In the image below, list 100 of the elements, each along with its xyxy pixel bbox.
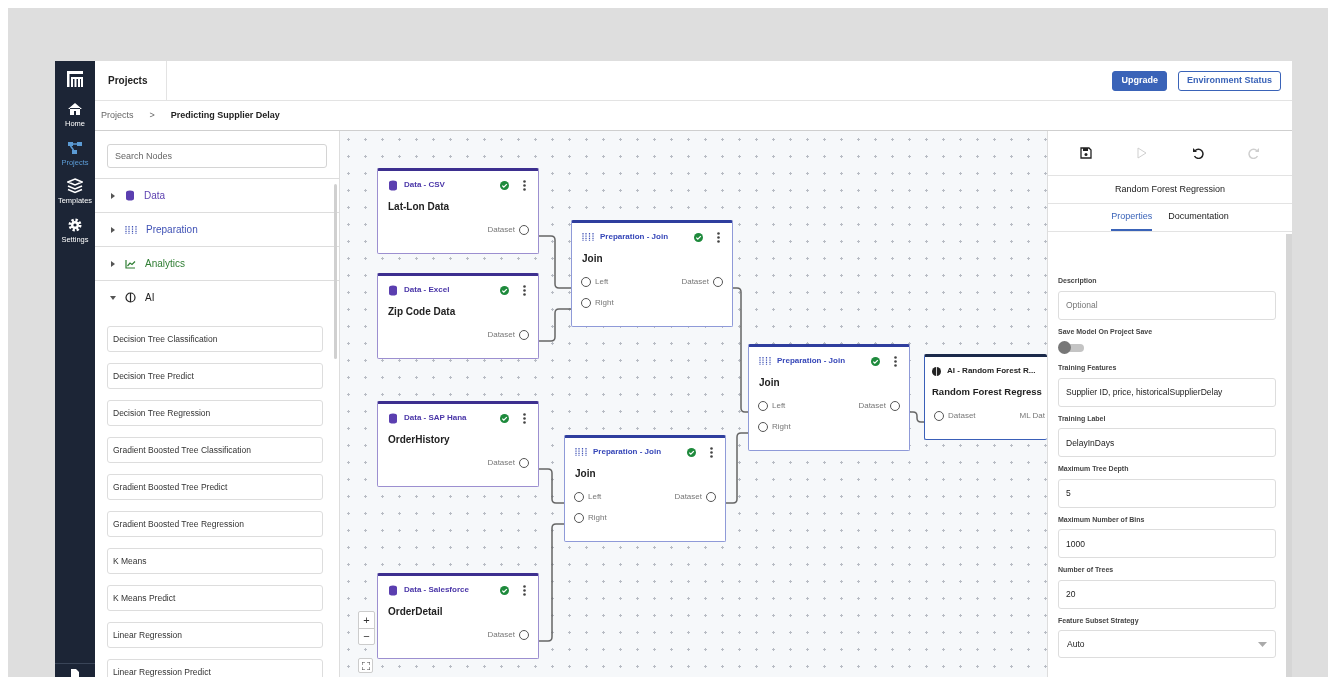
output-port[interactable] bbox=[519, 457, 529, 468]
node-title: Zip Code Data bbox=[387, 305, 457, 319]
input-port[interactable] bbox=[758, 421, 768, 432]
node-category: Data - SAP Hana bbox=[404, 412, 467, 424]
undo-icon bbox=[1192, 147, 1204, 159]
input-port[interactable] bbox=[758, 400, 768, 411]
logo-icon bbox=[66, 70, 84, 88]
zoom-in-button[interactable]: + bbox=[359, 612, 374, 628]
flow-node[interactable]: Data - Salesforce OrderDetail Dataset bbox=[377, 573, 539, 659]
expand-caret-icon[interactable] bbox=[110, 260, 116, 267]
scrollbar[interactable] bbox=[1286, 234, 1292, 677]
output-port[interactable] bbox=[890, 400, 900, 411]
node-category: Preparation - Join bbox=[593, 446, 661, 458]
more-icon[interactable] bbox=[523, 584, 526, 596]
search-field[interactable]: Search Nodes bbox=[107, 144, 327, 168]
port-label: Dataset bbox=[487, 223, 515, 236]
input-port[interactable] bbox=[934, 410, 944, 421]
scrollbar[interactable] bbox=[334, 184, 337, 359]
text-field[interactable]: Supplier ID, price, historicalSupplierDelay bbox=[1058, 377, 1276, 407]
input-port[interactable] bbox=[581, 276, 591, 287]
columns-icon bbox=[759, 356, 771, 366]
upgrade-button[interactable]: Upgrade bbox=[1112, 70, 1167, 91]
node-category: Preparation - Join bbox=[600, 231, 668, 243]
database-icon bbox=[388, 284, 398, 296]
node-title: OrderDetail bbox=[387, 605, 444, 619]
node-list-item[interactable]: Gradient Boosted Tree Predict bbox=[107, 474, 323, 500]
panel-tab[interactable]: Properties bbox=[1111, 204, 1153, 231]
columns-icon bbox=[575, 447, 587, 457]
expand-caret-icon[interactable] bbox=[110, 226, 116, 233]
flow-node[interactable]: Data - CSV Lat-Lon Data Dataset bbox=[377, 168, 539, 254]
port-label: Dataset bbox=[487, 628, 515, 641]
more-icon[interactable] bbox=[523, 412, 526, 424]
port-label: Right bbox=[595, 296, 614, 309]
text-field[interactable]: 20 bbox=[1058, 579, 1276, 609]
node-list-item[interactable]: Decision Tree Predict bbox=[107, 363, 323, 389]
port-label: Dataset bbox=[487, 456, 515, 469]
port-label: Dataset bbox=[487, 328, 515, 341]
fit-view-button[interactable] bbox=[358, 658, 373, 673]
input-port[interactable] bbox=[574, 512, 584, 523]
more-icon[interactable] bbox=[710, 446, 713, 458]
port-label: Left bbox=[595, 275, 609, 288]
database-icon bbox=[388, 412, 398, 424]
node-list-item[interactable]: K Means bbox=[107, 548, 323, 574]
node-list-item[interactable]: Linear Regression bbox=[107, 622, 323, 648]
node-title: Lat-Lon Data bbox=[387, 200, 451, 214]
flow-node[interactable]: Preparation - Join Join Left Dataset Right bbox=[571, 220, 733, 327]
node-title: OrderHistory bbox=[387, 433, 451, 447]
node-list-item[interactable]: Linear Regression Predict bbox=[107, 659, 323, 677]
port-label: Left bbox=[588, 490, 602, 503]
node-category: AI - Random Forest R... bbox=[947, 365, 1036, 377]
flow-node[interactable]: Data - SAP Hana OrderHistory Dataset bbox=[377, 401, 539, 487]
node-list-item[interactable]: K Means Predict bbox=[107, 585, 323, 611]
more-icon[interactable] bbox=[894, 355, 897, 367]
redo-icon bbox=[1248, 147, 1260, 159]
port-label: Right bbox=[588, 511, 607, 524]
output-port[interactable] bbox=[519, 224, 529, 235]
header-tab[interactable]: Projects bbox=[95, 61, 167, 100]
status-button[interactable]: Environment Status bbox=[1178, 70, 1281, 91]
network-icon bbox=[67, 139, 83, 156]
text-field[interactable]: 1000 bbox=[1058, 529, 1276, 558]
flow-node[interactable]: Preparation - Join Join Left Dataset Right bbox=[564, 435, 726, 542]
node-list-item[interactable]: Decision Tree Regression bbox=[107, 400, 323, 426]
input-port[interactable] bbox=[581, 297, 591, 308]
more-icon[interactable] bbox=[523, 179, 526, 191]
flow-node[interactable]: Data - Excel Zip Code Data Dataset bbox=[377, 273, 539, 359]
flow-node[interactable]: AI - Random Forest R... Random Forest Regress Dataset ML Dat bbox=[924, 354, 1047, 440]
output-port[interactable] bbox=[706, 491, 716, 502]
port-label: ML Dat bbox=[1019, 409, 1045, 422]
output-port[interactable] bbox=[519, 329, 529, 340]
panel-tab[interactable]: Documentation bbox=[1168, 204, 1229, 231]
breadcrumb-item: Predicting Supplier Delay bbox=[170, 108, 280, 122]
output-port[interactable] bbox=[713, 276, 723, 287]
settings-icon bbox=[67, 216, 83, 233]
zoom-out-button[interactable]: − bbox=[359, 628, 374, 644]
database-icon bbox=[388, 584, 398, 596]
category-label: Analytics bbox=[145, 257, 185, 271]
node-list-item[interactable]: Decision Tree Classification bbox=[107, 326, 323, 352]
text-field[interactable]: Optional bbox=[1058, 290, 1276, 320]
play-icon bbox=[1136, 147, 1148, 159]
select-field[interactable]: Auto bbox=[1058, 630, 1276, 658]
document-icon[interactable] bbox=[70, 669, 80, 677]
port-label: Dataset bbox=[674, 490, 702, 503]
node-category: Data - Salesforce bbox=[404, 584, 469, 596]
output-port[interactable] bbox=[519, 629, 529, 640]
breadcrumb-item[interactable]: Projects bbox=[101, 108, 134, 123]
node-list-item[interactable]: Gradient Boosted Tree Classification bbox=[107, 437, 323, 463]
text-field[interactable]: DelayInDays bbox=[1058, 428, 1276, 457]
category-header[interactable]: AI bbox=[95, 281, 339, 315]
toggle-switch[interactable] bbox=[1058, 341, 1084, 354]
more-icon[interactable] bbox=[717, 231, 720, 243]
input-port[interactable] bbox=[574, 491, 584, 502]
text-field[interactable]: 5 bbox=[1058, 478, 1276, 508]
more-icon[interactable] bbox=[523, 284, 526, 296]
node-title: Join bbox=[581, 252, 604, 266]
flow-node[interactable]: Preparation - Join Join Left Dataset Right bbox=[748, 344, 910, 451]
collapse-caret-icon[interactable] bbox=[110, 294, 116, 301]
panel-title: Random Forest Regression bbox=[1048, 176, 1292, 204]
expand-caret-icon[interactable] bbox=[110, 192, 116, 199]
database-icon bbox=[125, 190, 135, 201]
node-list-item[interactable]: Gradient Boosted Tree Regression bbox=[107, 511, 323, 537]
